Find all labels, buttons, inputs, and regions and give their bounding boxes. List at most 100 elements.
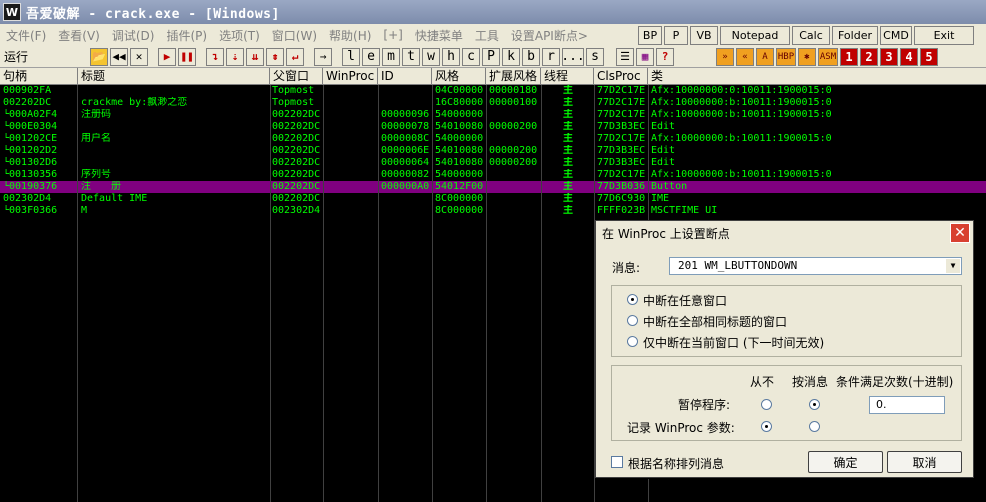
col-winproc[interactable]: WinProc	[323, 68, 378, 85]
breakpoints-button[interactable]: b	[522, 47, 540, 66]
cell-style: 54000000	[435, 109, 484, 120]
plugin-arrows-icon-2[interactable]: «	[736, 47, 754, 66]
col-title[interactable]: 标题	[78, 68, 270, 85]
chevron-down-icon[interactable]: ▼	[946, 259, 960, 273]
sort-by-name-checkbox[interactable]	[611, 456, 623, 468]
plugin-1-button[interactable]: 1	[840, 47, 858, 66]
menu-file[interactable]: 文件(F)	[6, 27, 46, 44]
pause-on-message-radio[interactable]	[809, 399, 820, 410]
table-row[interactable]: 002302D4 Default IME 002202DC 8C000000 主 77D6…	[0, 193, 986, 205]
col-parent[interactable]: 父窗口	[270, 68, 323, 85]
memory-window-button[interactable]: m	[382, 47, 400, 66]
cpu-window-button[interactable]: c	[462, 47, 480, 66]
radio-same-title[interactable]	[627, 315, 638, 326]
cell-thread: 主	[563, 109, 573, 120]
cell-clsproc: 77D2C17E	[597, 133, 646, 144]
menu-bar: 文件(F) 查看(V) 调试(D) 插件(P) 选项(T) 窗口(W) 帮助(H…	[0, 24, 986, 46]
step-over-icon[interactable]: ⇣	[226, 47, 244, 66]
col-exstyle[interactable]: 扩展风格	[486, 68, 541, 85]
table-row[interactable]: └001302D6 002202DC 00000064 54010080 0000020…	[0, 157, 986, 169]
cmd-button[interactable]: CMD	[880, 26, 912, 45]
table-row[interactable]: └003F0366 M 002302D4 8C000000 主 FFFF023B MSCTF…	[0, 205, 986, 217]
plugin-4-button[interactable]: 4	[900, 47, 918, 66]
pause-never-radio[interactable]	[761, 399, 772, 410]
table-row[interactable]: └001202D2 002202DC 0000006E 54010080 0000020…	[0, 145, 986, 157]
grid-icon[interactable]: ▦	[636, 47, 654, 66]
modules-window-button[interactable]: e	[362, 47, 380, 66]
execute-till-return-icon[interactable]: ↵	[286, 47, 304, 66]
goto-icon[interactable]: →	[314, 47, 332, 66]
menu-tools[interactable]: 工具	[475, 27, 499, 44]
col-style[interactable]: 风格	[432, 68, 486, 85]
patches-window-button[interactable]: P	[482, 47, 500, 66]
message-select[interactable]: 201 WM_LBUTTONDOWN ▼	[669, 257, 962, 275]
trace-over-icon[interactable]: ⇟	[266, 47, 284, 66]
handles-window-button[interactable]: h	[442, 47, 460, 66]
cell-parent: 002202DC	[272, 121, 321, 132]
menu-set-api-bp[interactable]: 设置API断点>	[511, 27, 588, 44]
calc-button[interactable]: Calc	[792, 26, 830, 45]
plugin-a-icon[interactable]: A	[756, 47, 774, 66]
table-row[interactable]: 002202DC crackme by:飘渺之恋 Topmost 16C80000 00…	[0, 97, 986, 109]
cancel-button[interactable]: 取消	[887, 451, 962, 473]
radio-current-window[interactable]	[627, 336, 638, 347]
exit-button[interactable]: Exit	[914, 26, 974, 45]
vb-button[interactable]: VB	[690, 26, 718, 45]
run-icon[interactable]: ▶	[158, 47, 176, 66]
restart-icon[interactable]: ◀◀	[110, 47, 128, 66]
run-trace-button[interactable]: ...	[561, 47, 585, 66]
column-separator	[541, 85, 542, 502]
close-icon[interactable]: ✕	[950, 223, 970, 243]
list-icon[interactable]: ☰	[616, 47, 634, 66]
references-button[interactable]: r	[542, 47, 560, 66]
cell-thread: 主	[563, 157, 573, 168]
step-into-icon[interactable]: ↴	[206, 47, 224, 66]
menu-help[interactable]: 帮助(H)	[329, 27, 371, 44]
notepad-button[interactable]: Notepad	[720, 26, 790, 45]
menu-expand[interactable]: [+]	[383, 28, 402, 42]
plugin-gear-icon[interactable]: ✱	[798, 47, 816, 66]
menu-window[interactable]: 窗口(W)	[272, 27, 317, 44]
hbp-icon[interactable]: HBP	[776, 47, 796, 66]
table-row[interactable]: 000902FA Topmost 04C00000 00000180 主 77D2C17E…	[0, 85, 986, 97]
log-on-message-radio[interactable]	[809, 421, 820, 432]
threads-window-button[interactable]: t	[402, 47, 420, 66]
col-clsproc[interactable]: ClsProc	[594, 68, 648, 85]
source-button[interactable]: s	[586, 47, 604, 66]
pause-icon[interactable]: ❚❚	[178, 47, 196, 66]
radio-current-window-label: 仅中断在当前窗口 (下一时间无效)	[643, 336, 825, 350]
plugin-3-button[interactable]: 3	[880, 47, 898, 66]
table-row[interactable]: └001202CE 用户名 002202DC 0000008C 54000000 主 77D…	[0, 133, 986, 145]
call-stack-button[interactable]: k	[502, 47, 520, 66]
col-class[interactable]: 类	[648, 68, 986, 85]
col-id[interactable]: ID	[378, 68, 432, 85]
help-icon[interactable]: ?	[656, 47, 674, 66]
log-never-radio[interactable]	[761, 421, 772, 432]
plugin-2-button[interactable]: 2	[860, 47, 878, 66]
p-button[interactable]: P	[664, 26, 688, 45]
condition-count-input[interactable]: 0.	[869, 396, 945, 414]
table-row[interactable]: └000A02F4 注册码 002202DC 00000096 54000000 主 77D…	[0, 109, 986, 121]
menu-options[interactable]: 选项(T)	[219, 27, 260, 44]
trace-into-icon[interactable]: ⇊	[246, 47, 264, 66]
menu-plugins[interactable]: 插件(P)	[166, 27, 207, 44]
menu-shortcut[interactable]: 快捷菜单	[415, 27, 463, 44]
bp-button[interactable]: BP	[638, 26, 662, 45]
table-row[interactable]: └000E0304 002202DC 00000078 54010080 0000020…	[0, 121, 986, 133]
menu-debug[interactable]: 调试(D)	[112, 27, 155, 44]
plugin-arrows-icon[interactable]: »	[716, 47, 734, 66]
open-icon[interactable]: 📂	[90, 47, 108, 66]
table-row[interactable]: └00130356 序列号 002202DC 00000082 54000000 主 77D…	[0, 169, 986, 181]
col-thread[interactable]: 线程	[541, 68, 594, 85]
menu-view[interactable]: 查看(V)	[58, 27, 100, 44]
folder-button[interactable]: Folder	[832, 26, 878, 45]
asm-icon[interactable]: ASM	[818, 47, 838, 66]
ok-button[interactable]: 确定	[808, 451, 883, 473]
radio-any-window[interactable]	[627, 294, 638, 305]
windows-window-button[interactable]: w	[422, 47, 440, 66]
table-row-selected[interactable]: └00190376 注 册 002202DC 000000A0 54012F00 主 77D…	[0, 181, 986, 193]
close-icon[interactable]: ✕	[130, 47, 148, 66]
log-window-button[interactable]: l	[342, 47, 360, 66]
plugin-5-button[interactable]: 5	[920, 47, 938, 66]
col-handle[interactable]: 句柄	[0, 68, 78, 85]
